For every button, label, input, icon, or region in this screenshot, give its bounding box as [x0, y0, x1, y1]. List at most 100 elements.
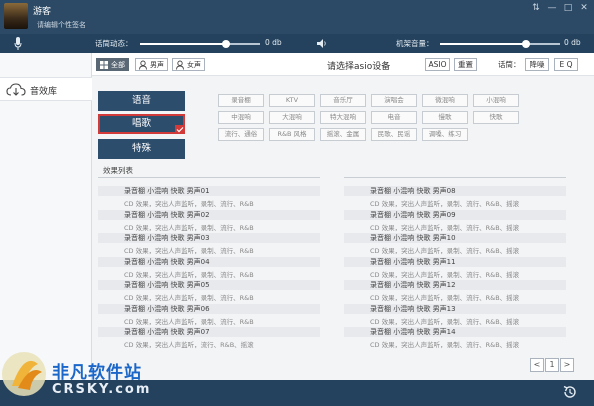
effect-tag[interactable]: 摇滚、金属	[320, 128, 366, 141]
next-page-button[interactable]: >	[560, 358, 574, 372]
effect-title: 录音棚 小混响 快歌 男声03	[98, 233, 320, 243]
effect-tag[interactable]: 慢歌	[422, 111, 468, 124]
effect-title: 录音棚 小混响 快歌 男声07	[98, 327, 320, 337]
effect-title: 录音棚 小混响 快歌 男声12	[344, 280, 566, 290]
effect-description: CD 效果，突出人声监听，录制、流行、R&B	[124, 317, 254, 326]
effect-description: CD 效果，突出人声监听，录制、流行、R&B、摇滚	[370, 294, 520, 302]
close-button[interactable]: ✕	[579, 3, 589, 13]
machine-volume-slider-handle[interactable]	[522, 40, 530, 48]
effect-title: 录音棚 小混响 快歌 男声08	[344, 186, 566, 196]
effect-tag[interactable]: 中混响	[218, 111, 264, 124]
effect-tag[interactable]: 特大混响	[320, 111, 366, 124]
effect-list-item[interactable]: 录音棚 小混响 快歌 男声06 CD 效果，突出人声监听，录制、流行、R&B	[98, 303, 320, 327]
effect-title: 录音棚 小混响 快歌 男声10	[344, 233, 566, 243]
male-icon	[139, 60, 147, 70]
effect-description: CD 效果，突出人声监听，录制、流行、R&B	[124, 247, 254, 255]
effect-tag[interactable]: 音乐厅	[320, 94, 366, 107]
effect-description: CD 效果，突出人声监听，录制、流行、R&B	[124, 294, 254, 302]
effect-title: 录音棚 小混响 快歌 男声13	[344, 303, 566, 314]
microphone-icon[interactable]	[14, 37, 22, 50]
effect-tag[interactable]: 快歌	[473, 111, 519, 124]
skin-icon[interactable]: ⇅	[531, 3, 541, 13]
effect-title: 录音棚 小混响 快歌 男声11	[344, 256, 566, 267]
effect-list-item[interactable]: 录音棚 小混响 快歌 男声12 CD 效果，突出人声监听，录制、流行、R&B、摇滚	[344, 280, 566, 303]
username: 游客	[33, 7, 52, 17]
effect-list-item[interactable]: 录音棚 小混响 快歌 男声10 CD 效果，突出人声监听，录制、流行、R&B、摇滚	[344, 233, 566, 256]
effect-title: 录音棚 小混响 快歌 男声14	[344, 327, 566, 337]
effect-tag[interactable]: 大混响	[269, 111, 315, 124]
effect-title: 录音棚 小混响 快歌 男声09	[344, 209, 566, 220]
effect-title: 录音棚 小混响 快歌 男声02	[98, 209, 320, 220]
effect-description: CD 效果，突出人声监听，录制、流行、R&B、摇滚	[370, 317, 520, 326]
mic-dynamics-label: 话筒动态：	[95, 39, 133, 48]
effect-description: CD 效果，突出人声监听，录制、流行、R&B	[124, 223, 254, 232]
sidebar-item-effects-library[interactable]: 音效库	[0, 77, 92, 101]
effect-list-item[interactable]: 录音棚 小混响 快歌 男声13 CD 效果，突出人声监听，录制、流行、R&B、摇滚	[344, 303, 566, 327]
effect-list-item[interactable]: 录音棚 小混响 快歌 男声09 CD 效果，突出人声监听，录制、流行、R&B、摇滚	[344, 209, 566, 233]
filter-all-button[interactable]: 全部	[96, 58, 129, 71]
effect-description: CD 效果，突出人声监听，录制、流行、R&B、摇滚	[370, 200, 520, 208]
sidebar-item-label: 音效库	[30, 87, 58, 97]
effect-description: CD 效果，突出人声监听，录制、流行、R&B、摇滚	[370, 341, 520, 349]
effect-tag[interactable]: KTV	[269, 94, 315, 107]
effect-list-item[interactable]: 录音棚 小混响 快歌 男声14 CD 效果，突出人声监听，录制、流行、R&B、摇滚	[344, 327, 566, 350]
effect-list-item[interactable]: 录音棚 小混响 快歌 男声03 CD 效果，突出人声监听，录制、流行、R&B	[98, 233, 320, 256]
minimize-button[interactable]: —	[547, 3, 557, 13]
effect-tag[interactable]: 流行、通俗	[218, 128, 264, 141]
effect-list-item[interactable]: 录音棚 小混响 快歌 男声01 CD 效果，突出人声监听，录制、流行、R&B	[98, 186, 320, 209]
selected-check-icon	[175, 125, 185, 134]
category-speech-button[interactable]: 语音	[98, 91, 185, 111]
watermark-text: 非凡软件站	[52, 363, 142, 383]
list-divider	[98, 177, 320, 178]
effect-tag[interactable]: R&B 风格	[269, 128, 315, 141]
asio-device-title[interactable]: 请选择asio设备	[327, 59, 390, 72]
maximize-button[interactable]: □	[563, 3, 573, 13]
effect-list-item[interactable]: 录音棚 小混响 快歌 男声08 CD 效果，突出人声监听，录制、流行、R&B、摇滚	[344, 186, 566, 209]
effect-tag[interactable]: 电音	[371, 111, 417, 124]
filter-female-button[interactable]: 女声	[172, 58, 205, 71]
page-number[interactable]: 1	[545, 358, 559, 372]
machine-volume-value: 0 db	[564, 38, 581, 47]
asio-button[interactable]: ASIO	[425, 58, 450, 71]
effect-description: CD 效果，突出人声监听，录制、流行、R&B	[124, 270, 254, 279]
cloud-download-icon	[6, 83, 26, 96]
filter-label: 男声	[150, 61, 164, 69]
effect-list-item[interactable]: 录音棚 小混响 快歌 男声02 CD 效果，突出人声监听，录制、流行、R&B	[98, 209, 320, 233]
effect-list-item[interactable]: 录音棚 小混响 快歌 男声11 CD 效果，突出人声监听，录制、流行、R&B、摇滚	[344, 256, 566, 280]
effect-title: 录音棚 小混响 快歌 男声06	[98, 303, 320, 314]
user-signature[interactable]: 请编辑个性签名	[37, 20, 86, 30]
history-icon[interactable]	[562, 384, 578, 400]
effect-description: CD 效果，突出人声监听，录制、流行、R&B	[124, 200, 254, 208]
speaker-icon[interactable]	[317, 38, 327, 49]
effect-tag[interactable]: 录音棚	[218, 94, 264, 107]
volume-controls-bar: 话筒动态： 0 db 机架音量： 0 db	[0, 34, 594, 53]
machine-volume-label: 机架音量：	[396, 39, 434, 48]
effect-tag[interactable]: 演唱会	[371, 94, 417, 107]
mic-dynamics-slider[interactable]	[140, 40, 260, 48]
noise-reduction-button[interactable]: 降噪	[525, 58, 549, 71]
reset-button[interactable]: 重置	[454, 58, 477, 71]
effect-description: CD 效果，突出人声监听，录制、流行、R&B、摇滚	[370, 223, 520, 232]
effect-tag[interactable]: 微混响	[422, 94, 468, 107]
filter-label: 全部	[111, 61, 125, 69]
effect-description: CD 效果，突出人声监听，录制、流行、R&B、摇滚	[370, 270, 520, 279]
prev-page-button[interactable]: <	[530, 358, 544, 372]
category-singing-button[interactable]: 唱歌	[98, 114, 185, 134]
filter-label: 女声	[187, 61, 201, 69]
effect-title: 录音棚 小混响 快歌 男声01	[98, 186, 320, 196]
effect-list-item[interactable]: 录音棚 小混响 快歌 男声05 CD 效果，突出人声监听，录制、流行、R&B	[98, 280, 320, 303]
effect-tag[interactable]: 小混响	[473, 94, 519, 107]
eq-button[interactable]: E Q	[554, 58, 578, 71]
effect-tag[interactable]: 调嗓、练习	[422, 128, 468, 141]
title-bar: 游客 请编辑个性签名 ⇅ — □ ✕	[0, 0, 594, 34]
machine-volume-slider[interactable]	[440, 40, 560, 48]
mic-dynamics-slider-handle[interactable]	[222, 40, 230, 48]
category-special-button[interactable]: 特殊	[98, 139, 185, 159]
effect-list-item[interactable]: 录音棚 小混响 快歌 男声04 CD 效果，突出人声监听，录制、流行、R&B	[98, 256, 320, 280]
filter-male-button[interactable]: 男声	[135, 58, 168, 71]
mic-dynamics-slider-fill	[140, 43, 226, 45]
machine-volume-slider-fill	[440, 43, 526, 45]
effect-description: CD 效果，突出人声监听，录制、流行、R&B、摇滚	[370, 247, 520, 255]
effect-tag[interactable]: 民歌、民谣	[371, 128, 417, 141]
avatar[interactable]	[4, 3, 28, 29]
